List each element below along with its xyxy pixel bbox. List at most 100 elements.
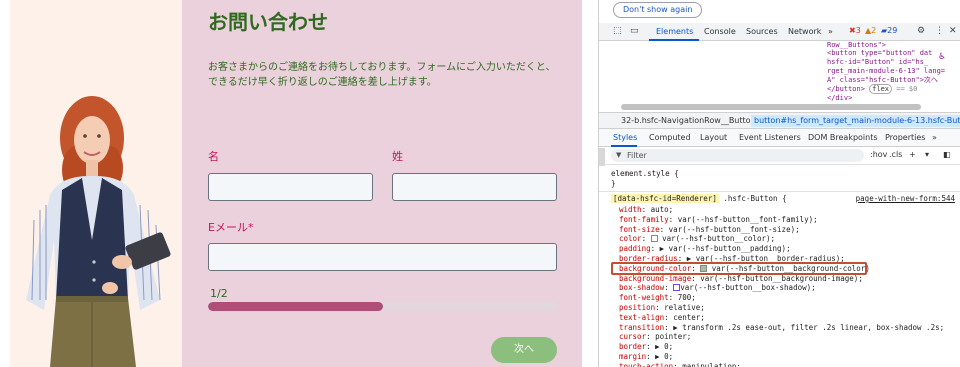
subtab-styles[interactable]: Styles — [613, 133, 637, 142]
styles-pane: element.style { } [data-hsfc-id=Renderer… — [599, 166, 960, 367]
css-declaration-cursor[interactable]: cursor: pointer; — [619, 332, 691, 341]
css-property-name[interactable]: font-size — [619, 225, 660, 234]
css-property-value[interactable]: ▶ var(--hsf-button__padding); — [660, 244, 791, 253]
subtab-event-listeners[interactable]: Event Listeners — [739, 133, 801, 142]
filter-icon: ▼ — [616, 151, 622, 159]
css-property-value[interactable]: pointer; — [655, 332, 691, 341]
tab-sources[interactable]: Sources — [746, 27, 778, 36]
css-declaration-transition[interactable]: transition: ▶ transform .2s ease-out, fi… — [619, 323, 944, 332]
close-icon[interactable]: ✕ — [949, 26, 957, 36]
woman-with-tablet-photo — [26, 96, 171, 367]
more-subtabs-button[interactable]: » — [932, 133, 937, 142]
new-rule-button[interactable]: + — [909, 150, 916, 159]
warning-count-badge[interactable]: ▲2 — [865, 26, 876, 35]
css-property-name[interactable]: padding — [619, 244, 651, 253]
last-name-input[interactable] — [392, 173, 557, 201]
next-button[interactable]: 次へ — [491, 337, 557, 363]
css-property-name[interactable]: margin — [619, 352, 646, 361]
contact-form-panel: お問い合わせ お客さまからのご連絡をお待ちしております。フォームにご入力いただく… — [182, 0, 582, 367]
dom-line[interactable]: </div> — [827, 94, 852, 103]
class-toggle[interactable]: .cls — [889, 150, 902, 159]
css-declaration-box-shadow[interactable]: box-shadow: var(--hsf-button__box-shadow… — [619, 283, 816, 292]
styles-subtabs: Styles Computed Layout Event Listeners D… — [599, 129, 960, 147]
error-count-badge[interactable]: ✖3 — [849, 26, 861, 35]
settings-gear-icon[interactable]: ⚙ — [917, 26, 925, 36]
css-property-value[interactable]: ▶ transform .2s ease-out, filter .2s lin… — [673, 323, 944, 332]
css-property-value[interactable]: var(--hsf-button__box-shadow); — [673, 283, 816, 292]
css-declaration-padding[interactable]: padding: ▶ var(--hsf-button__padding); — [619, 244, 791, 253]
dom-line[interactable]: hsfc-id="Button" id="hs_ — [827, 58, 928, 67]
css-property-value[interactable]: auto; — [651, 205, 674, 214]
breadcrumb-item-selected[interactable]: button#hs_form_target_main-module-6-13.h… — [751, 115, 960, 127]
element-style-rule[interactable]: element.style { — [611, 169, 679, 178]
progress-text: 1/2 — [210, 287, 228, 300]
css-property-name[interactable]: font-weight — [619, 293, 669, 302]
css-property-name[interactable]: cursor — [619, 332, 646, 341]
tab-network[interactable]: Network — [788, 27, 821, 36]
shadow-editor-icon[interactable] — [673, 284, 681, 292]
horizontal-scrollbar[interactable] — [621, 104, 921, 110]
css-property-value[interactable]: relative; — [664, 303, 705, 312]
css-property-value[interactable]: var(--hsf-button__font-size); — [669, 225, 800, 234]
subtab-layout[interactable]: Layout — [700, 133, 727, 142]
css-property-name[interactable]: border — [619, 342, 646, 351]
css-property-value[interactable]: var(--hsf-button__color); — [650, 234, 775, 243]
subtab-computed[interactable]: Computed — [649, 133, 691, 142]
first-name-label: 名 — [208, 150, 219, 163]
css-property-name[interactable]: transition — [619, 323, 664, 332]
dom-line[interactable]: <button type="button" dat — [827, 49, 932, 58]
flex-badge[interactable]: flex — [869, 84, 893, 94]
dom-line[interactable]: rget_main-module-6-13" lang= — [827, 67, 945, 76]
css-property-name[interactable]: color — [619, 234, 642, 243]
css-declaration-position[interactable]: position: relative; — [619, 303, 705, 312]
issues-count-badge[interactable]: ▰29 — [881, 26, 897, 35]
css-property-value[interactable]: ▶ 0; — [655, 352, 673, 361]
inspect-element-icon[interactable]: ⬚ — [613, 26, 622, 36]
css-property-value[interactable]: ▶ 0; — [655, 342, 673, 351]
rule-source-link[interactable]: page-with-new-form:544 — [856, 194, 955, 203]
tab-elements[interactable]: Elements — [656, 27, 693, 36]
filter-placeholder: Filter — [627, 151, 647, 160]
css-property-value[interactable]: manipulation; — [682, 362, 741, 367]
dont-show-again-button[interactable]: Don't show again — [613, 2, 703, 18]
css-declaration-font-size[interactable]: font-size: var(--hsf-button__font-size); — [619, 225, 800, 234]
dom-line[interactable]: </button> flex == $0 — [827, 84, 917, 94]
sidebar-toggle-icon[interactable]: ◧ — [943, 150, 951, 159]
css-property-value[interactable]: center; — [673, 313, 705, 322]
email-input[interactable] — [208, 243, 557, 271]
filter-input[interactable]: ▼ Filter — [611, 149, 864, 162]
breadcrumb-item[interactable]: 32-b.hsfc-NavigationRow__Buttons — [621, 116, 760, 125]
css-property-name[interactable]: font-family — [619, 215, 669, 224]
css-property-value[interactable]: var(--hsf-button__font-family); — [678, 215, 818, 224]
css-declaration-touch-action[interactable]: touch-action: manipulation; — [619, 362, 741, 367]
tab-console[interactable]: Console — [704, 27, 736, 36]
css-declaration-width[interactable]: width: auto; — [619, 205, 673, 214]
css-property-name[interactable]: width — [619, 205, 642, 214]
css-property-value[interactable]: 700; — [678, 293, 696, 302]
breadcrumb: 32-b.hsfc-NavigationRow__Buttons button#… — [599, 112, 960, 129]
css-declaration-border[interactable]: border: ▶ 0; — [619, 342, 673, 351]
css-property-name[interactable]: position — [619, 303, 655, 312]
css-declaration-color[interactable]: color: var(--hsf-button__color); — [619, 234, 775, 243]
css-declaration-font-weight[interactable]: font-weight: 700; — [619, 293, 696, 302]
css-declaration-font-family[interactable]: font-family: var(--hsf-button__font-fami… — [619, 215, 818, 224]
css-property-name[interactable]: touch-action — [619, 362, 673, 367]
more-options-icon[interactable]: ⋮ — [935, 26, 944, 36]
web-page: お問い合わせ お客さまからのご連絡をお待ちしております。フォームにご入力いただく… — [0, 0, 598, 367]
css-property-name[interactable]: text-align — [619, 313, 664, 322]
device-toolbar-icon[interactable]: ▭ — [630, 26, 639, 36]
subtab-properties[interactable]: Properties — [885, 133, 925, 142]
form-description: お客さまからのご連絡をお待ちしております。フォームにご入力いただくと、できるだけ… — [208, 62, 556, 88]
color-swatch-icon[interactable] — [650, 235, 658, 243]
css-declaration-margin[interactable]: margin: ▶ 0; — [619, 352, 673, 361]
rule-selector[interactable]: [data-hsfc-id=Renderer] .hsfc-Button { — [611, 194, 787, 203]
hover-state-toggle[interactable]: :hov — [870, 150, 887, 159]
accessibility-icon[interactable]: ♿ — [939, 51, 945, 61]
more-tabs-button[interactable]: » — [828, 27, 833, 36]
first-name-input[interactable] — [208, 173, 373, 201]
subtab-dom-breakpoints[interactable]: DOM Breakpoints — [808, 133, 878, 142]
paint-icon[interactable]: ▾ — [925, 150, 929, 159]
rule-divider — [599, 191, 960, 192]
css-property-name[interactable]: box-shadow — [619, 283, 664, 292]
css-declaration-text-align[interactable]: text-align: center; — [619, 313, 705, 322]
